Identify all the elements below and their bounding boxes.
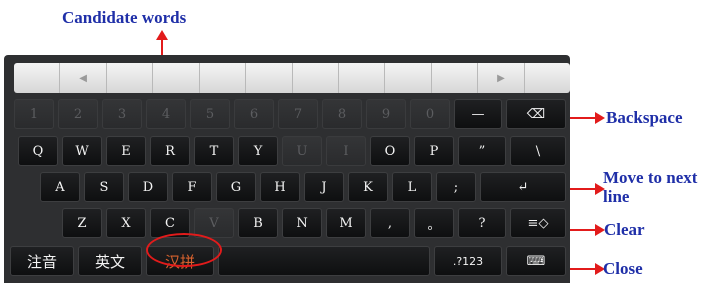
key-m[interactable]: M [326,208,366,238]
key-t[interactable]: T [194,136,234,166]
key-z[interactable]: Z [62,208,102,238]
candidate-cell[interactable] [153,63,200,93]
key-s[interactable]: S [84,172,124,202]
key-0[interactable]: 0 [410,99,450,129]
key-q[interactable]: Q [18,136,58,166]
key-4[interactable]: 4 [146,99,186,129]
key-a[interactable]: A [40,172,80,202]
key-2[interactable]: 2 [58,99,98,129]
key-h[interactable]: H [260,172,300,202]
key-comma[interactable]: , [370,208,410,238]
enter-key[interactable]: ↵ [480,172,566,202]
backspace-key[interactable]: ⌫ [506,99,566,129]
key-backslash[interactable]: \ [510,136,566,166]
annotation-close: Close [603,259,643,278]
candidate-cell[interactable] [432,63,479,93]
key-period[interactable]: 。 [414,208,454,238]
space-key[interactable] [218,246,430,276]
key-e[interactable]: E [106,136,146,166]
key-x[interactable]: X [106,208,146,238]
key-p[interactable]: P [414,136,454,166]
key-semicolon[interactable]: ; [436,172,476,202]
candidate-cell[interactable] [14,63,61,93]
key-k[interactable]: K [348,172,388,202]
arrow-clear [568,224,605,236]
candidate-cell[interactable] [107,63,154,93]
candidate-next-icon[interactable]: ▶ [478,63,525,93]
key-d[interactable]: D [128,172,168,202]
english-mode-key[interactable]: 英文 [78,246,142,276]
clear-key[interactable]: ≡◇ [510,208,566,238]
candidate-cell[interactable] [525,63,570,93]
on-screen-keyboard: ◀ ▶ 1 2 3 4 5 6 7 8 9 0 — ⌫ Q W E R T Y … [4,55,570,283]
annotation-next-line-1: Move to next [603,168,698,187]
symbols-key[interactable]: .?123 [434,246,502,276]
key-j[interactable]: J [304,172,344,202]
key-8[interactable]: 8 [322,99,362,129]
annotation-next-line-2: line [603,187,630,206]
key-3[interactable]: 3 [102,99,142,129]
key-v[interactable]: V [194,208,234,238]
key-y[interactable]: Y [238,136,278,166]
annotation-backspace: Backspace [606,108,683,127]
key-g[interactable]: G [216,172,256,202]
annotation-clear: Clear [604,220,645,239]
arrow-next-line [568,183,605,195]
close-keyboard-key[interactable]: ⌨ [506,246,566,276]
candidate-cell[interactable] [339,63,386,93]
key-n[interactable]: N [282,208,322,238]
key-6[interactable]: 6 [234,99,274,129]
key-o[interactable]: O [370,136,410,166]
arrow-close [568,263,605,275]
annotation-candidate-words: Candidate words [62,8,187,27]
key-quote[interactable]: ” [458,136,506,166]
key-9[interactable]: 9 [366,99,406,129]
candidate-cell[interactable] [246,63,293,93]
key-7[interactable]: 7 [278,99,318,129]
key-question[interactable]: ? [458,208,506,238]
key-w[interactable]: W [62,136,102,166]
key-dash[interactable]: — [454,99,502,129]
key-b[interactable]: B [238,208,278,238]
arrow-backspace [568,112,605,124]
key-l[interactable]: L [392,172,432,202]
key-5[interactable]: 5 [190,99,230,129]
candidate-cell[interactable] [293,63,339,93]
key-r[interactable]: R [150,136,190,166]
key-u[interactable]: U [282,136,322,166]
candidate-cell[interactable] [200,63,247,93]
candidate-bar[interactable]: ◀ ▶ [14,63,570,93]
zhuyin-mode-key[interactable]: 注音 [10,246,74,276]
key-f[interactable]: F [172,172,212,202]
key-1[interactable]: 1 [14,99,54,129]
highlight-ellipse [146,233,222,267]
candidate-cell[interactable] [385,63,432,93]
key-i[interactable]: I [326,136,366,166]
candidate-prev-icon[interactable]: ◀ [60,63,107,93]
